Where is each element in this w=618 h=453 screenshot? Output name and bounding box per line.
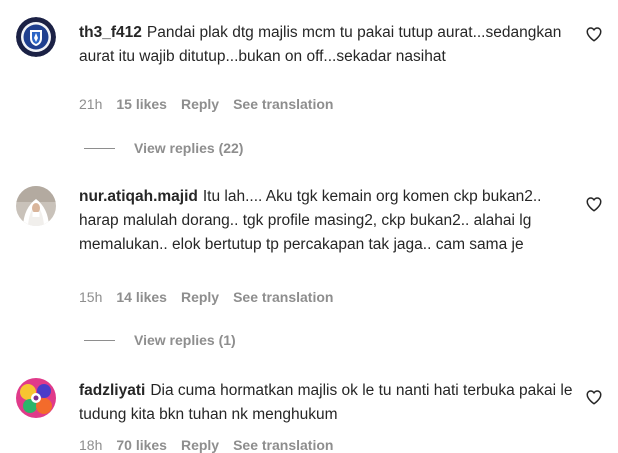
comment-body: fadzliyati Dia cuma hormatkan majlis ok l…	[79, 379, 574, 427]
user-avatar[interactable]	[16, 186, 56, 226]
reply-button[interactable]: Reply	[181, 96, 219, 112]
comment-time[interactable]: 21h	[79, 96, 102, 112]
see-translation-button[interactable]: See translation	[233, 437, 333, 453]
comment-likes[interactable]: 15 likes	[116, 96, 167, 112]
comment-likes[interactable]: 70 likes	[116, 437, 167, 453]
comment-text: Dia cuma hormatkan majlis ok le tu nanti…	[79, 382, 573, 423]
comment-time[interactable]: 18h	[79, 437, 102, 453]
comment-body: nur.atiqah.majid Itu lah.... Aku tgk kema…	[79, 185, 574, 257]
comment-meta: 18h 70 likes Reply See translation	[79, 437, 333, 453]
comment-text: Pandai plak dtg majlis mcm tu pakai tutu…	[79, 24, 562, 65]
comment-username[interactable]: fadzliyati	[79, 382, 145, 399]
colorful-art-avatar-icon	[16, 378, 56, 418]
heart-icon[interactable]	[585, 388, 603, 406]
reply-button[interactable]: Reply	[181, 289, 219, 305]
view-replies-label: View replies (1)	[134, 332, 236, 348]
comment-meta: 15h 14 likes Reply See translation	[79, 289, 333, 305]
hijab-woman-avatar-icon	[16, 186, 56, 226]
comment-body: th3_f412 Pandai plak dtg majlis mcm tu pa…	[79, 21, 574, 69]
user-avatar[interactable]	[16, 378, 56, 418]
view-replies-label: View replies (22)	[134, 140, 244, 156]
reply-button[interactable]: Reply	[181, 437, 219, 453]
see-translation-button[interactable]: See translation	[233, 289, 333, 305]
heart-icon[interactable]	[585, 195, 603, 213]
replies-divider-line	[84, 339, 115, 341]
comment-username[interactable]: th3_f412	[79, 24, 142, 41]
comment-time[interactable]: 15h	[79, 289, 102, 305]
view-replies-button[interactable]: View replies (1)	[84, 332, 236, 348]
replies-divider-line	[84, 147, 115, 149]
comment-meta: 21h 15 likes Reply See translation	[79, 96, 333, 112]
team-crest-avatar-icon	[16, 17, 56, 57]
view-replies-button[interactable]: View replies (22)	[84, 140, 243, 156]
heart-icon[interactable]	[585, 25, 603, 43]
comment-username[interactable]: nur.atiqah.majid	[79, 188, 198, 205]
user-avatar[interactable]	[16, 17, 56, 57]
see-translation-button[interactable]: See translation	[233, 96, 333, 112]
comment-likes[interactable]: 14 likes	[116, 289, 167, 305]
